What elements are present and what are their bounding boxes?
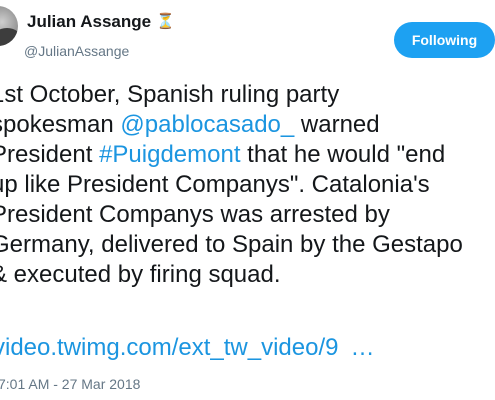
tweet-line: President Companys was arrested by [0,201,390,228]
tweet-line: Germany, delivered to Spain by the Gesta… [0,231,463,258]
url-ellipsis: … [350,334,375,361]
tweet-text-segment: warned [294,111,380,138]
tweet-text: 1st October, Spanish ruling party spokes… [0,80,495,290]
hashtag-link[interactable]: #Puigdemont [99,141,240,168]
following-button[interactable]: Following [394,22,495,58]
video-url-link[interactable]: video.twimg.com/ext_tw_video/9 … [0,333,375,363]
hourglass-icon: ⏳ [156,13,175,30]
tweet-line: spokesman @pablocasado_ warned [0,110,495,140]
tweet-line: 1st October, Spanish ruling party [0,81,340,108]
display-name[interactable]: Julian Assange ⏳ [27,12,175,32]
tweet-line: & executed by firing squad. [0,261,281,288]
tweet-text-segment: spokesman [0,111,121,138]
user-handle[interactable]: @JulianAssange [24,43,129,59]
video-url-text: video.twimg.com/ext_tw_video/9 [0,334,339,361]
display-name-text: Julian Assange [27,12,152,31]
avatar[interactable] [0,6,18,46]
tweet-timestamp[interactable]: 7:01 AM - 27 Mar 2018 [0,376,140,392]
mention-link[interactable]: @pablocasado_ [120,111,294,138]
tweet-line: President #Puigdemont that he would "end [0,140,495,170]
tweet-card: Julian Assange ⏳ @JulianAssange Following… [0,0,495,400]
tweet-text-segment: President [0,141,100,168]
tweet-text-segment: that he would "end [240,141,446,168]
tweet-line: up like President Companys". Catalonia's [0,171,430,198]
